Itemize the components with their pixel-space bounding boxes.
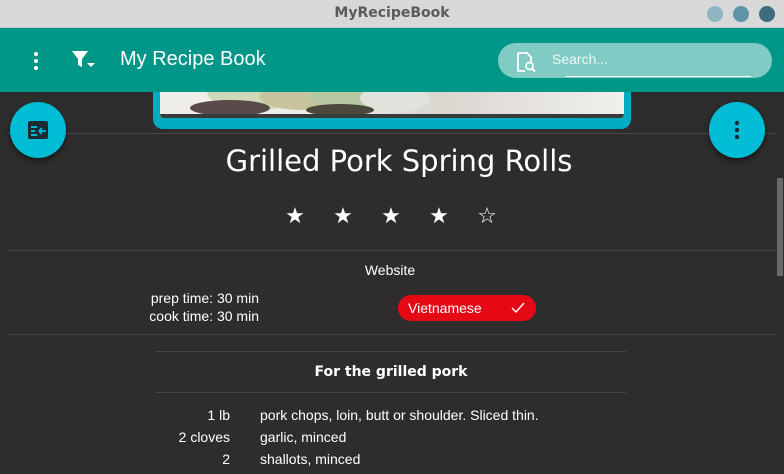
recipe-content[interactable]: Grilled Pork Spring Rolls ★ ★ ★ ★ ☆ Webs… xyxy=(0,92,776,474)
ingredient-row: 1 lb pork chops, loin, butt or shoulder.… xyxy=(0,407,776,429)
star-filled-icon[interactable]: ★ xyxy=(330,204,356,230)
ingredient-quantity: 2 xyxy=(222,451,230,467)
recipe-title: Grilled Pork Spring Rolls xyxy=(225,144,573,178)
minimize-button[interactable] xyxy=(707,6,723,22)
cuisine-label: Vietnamese xyxy=(408,300,482,316)
filter-list-icon xyxy=(72,51,95,67)
ingredient-quantity: 1 lb xyxy=(207,407,230,423)
ingredient-row: 2 shallots, minced xyxy=(0,451,776,473)
divider xyxy=(8,250,776,251)
close-button[interactable] xyxy=(759,6,775,22)
star-filled-icon[interactable]: ★ xyxy=(426,204,452,230)
star-outline-icon[interactable]: ☆ xyxy=(474,204,500,230)
rating-stars[interactable]: ★ ★ ★ ★ ☆ xyxy=(282,204,502,230)
menu-button[interactable] xyxy=(22,48,50,74)
app-bar: My Recipe Book xyxy=(0,28,784,92)
source-link[interactable]: Website xyxy=(0,262,776,278)
window-titlebar: MyRecipeBook xyxy=(0,0,784,28)
app-title: My Recipe Book xyxy=(120,48,266,70)
ingredient-section-title: For the grilled pork xyxy=(314,364,468,380)
search-input[interactable] xyxy=(552,47,752,71)
cook-time: cook time: 30 min xyxy=(149,308,259,324)
ingredient-quantity: 2 cloves xyxy=(178,429,230,445)
scrollbar-thumb[interactable] xyxy=(777,178,783,276)
star-filled-icon[interactable]: ★ xyxy=(378,204,404,230)
search-bar[interactable] xyxy=(498,43,772,78)
ingredient-description: garlic, minced xyxy=(260,429,347,445)
recipe-times: prep time: 30 min cook time: 30 min xyxy=(100,289,259,325)
ingredient-row: 2 cloves garlic, minced xyxy=(0,429,776,451)
recipe-photo-frame xyxy=(153,92,631,129)
prep-time: prep time: 30 min xyxy=(150,290,259,306)
divider xyxy=(8,334,776,335)
cuisine-chip[interactable]: Vietnamese xyxy=(398,295,536,321)
search-icon xyxy=(517,52,536,73)
search-underline xyxy=(566,76,751,77)
ingredient-description: shallots, minced xyxy=(260,451,361,467)
star-filled-icon[interactable]: ★ xyxy=(282,204,308,230)
section-divider xyxy=(156,351,626,352)
section-divider xyxy=(156,392,626,393)
ingredient-description: pork chops, loin, butt or shoulder. Slic… xyxy=(260,407,539,423)
check-icon xyxy=(511,302,525,314)
divider xyxy=(8,133,776,134)
maximize-button[interactable] xyxy=(733,6,749,22)
scrollbar[interactable] xyxy=(776,92,784,474)
window-title: MyRecipeBook xyxy=(334,5,450,21)
recipe-photo xyxy=(160,92,624,118)
filter-button[interactable] xyxy=(68,48,98,74)
